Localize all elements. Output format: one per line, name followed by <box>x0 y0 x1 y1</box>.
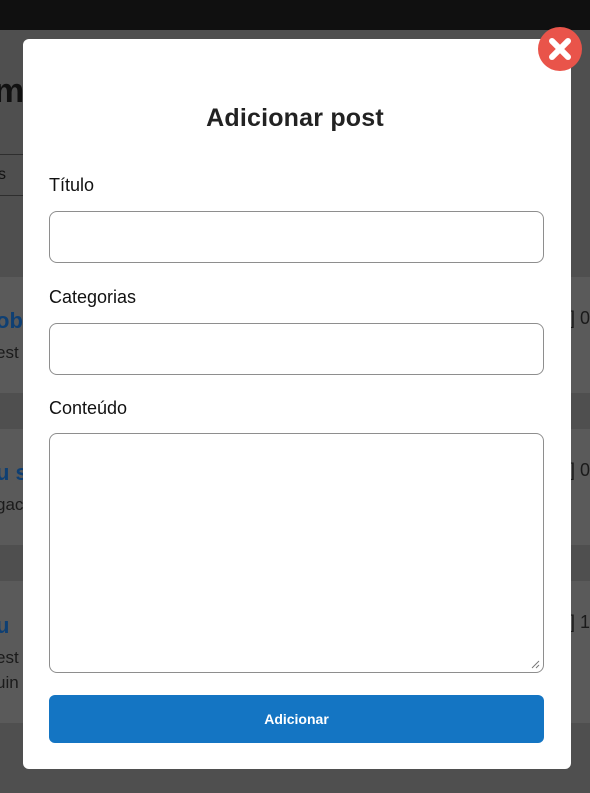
background-post-text: uin <box>0 673 19 692</box>
background-post-text: gac <box>0 495 24 514</box>
content-textarea[interactable] <box>49 433 544 673</box>
close-x-icon <box>549 38 571 60</box>
title-input[interactable] <box>49 211 544 263</box>
background-post-meta: ] 1 <box>570 612 590 632</box>
title-field-label: Título <box>49 175 95 195</box>
background-post-meta: ] 0 <box>570 308 590 328</box>
background-tab-label: s <box>0 166 6 183</box>
modal-title: Adicionar post <box>206 104 384 132</box>
content-field-label: Conteúdo <box>49 398 128 418</box>
categories-input[interactable] <box>49 323 544 375</box>
background-post-title: u <box>0 613 10 638</box>
background-post-title: ob <box>0 308 23 333</box>
close-button[interactable] <box>538 27 582 71</box>
background-post-text: est <box>0 648 19 667</box>
top-bar <box>0 0 590 30</box>
add-post-button[interactable]: Adicionar <box>49 695 544 743</box>
resize-grip-icon[interactable] <box>530 659 540 669</box>
background-post-meta: ] 0 <box>570 460 590 480</box>
categories-field-label: Categorias <box>49 287 137 307</box>
background-post-text: est <box>0 343 19 362</box>
